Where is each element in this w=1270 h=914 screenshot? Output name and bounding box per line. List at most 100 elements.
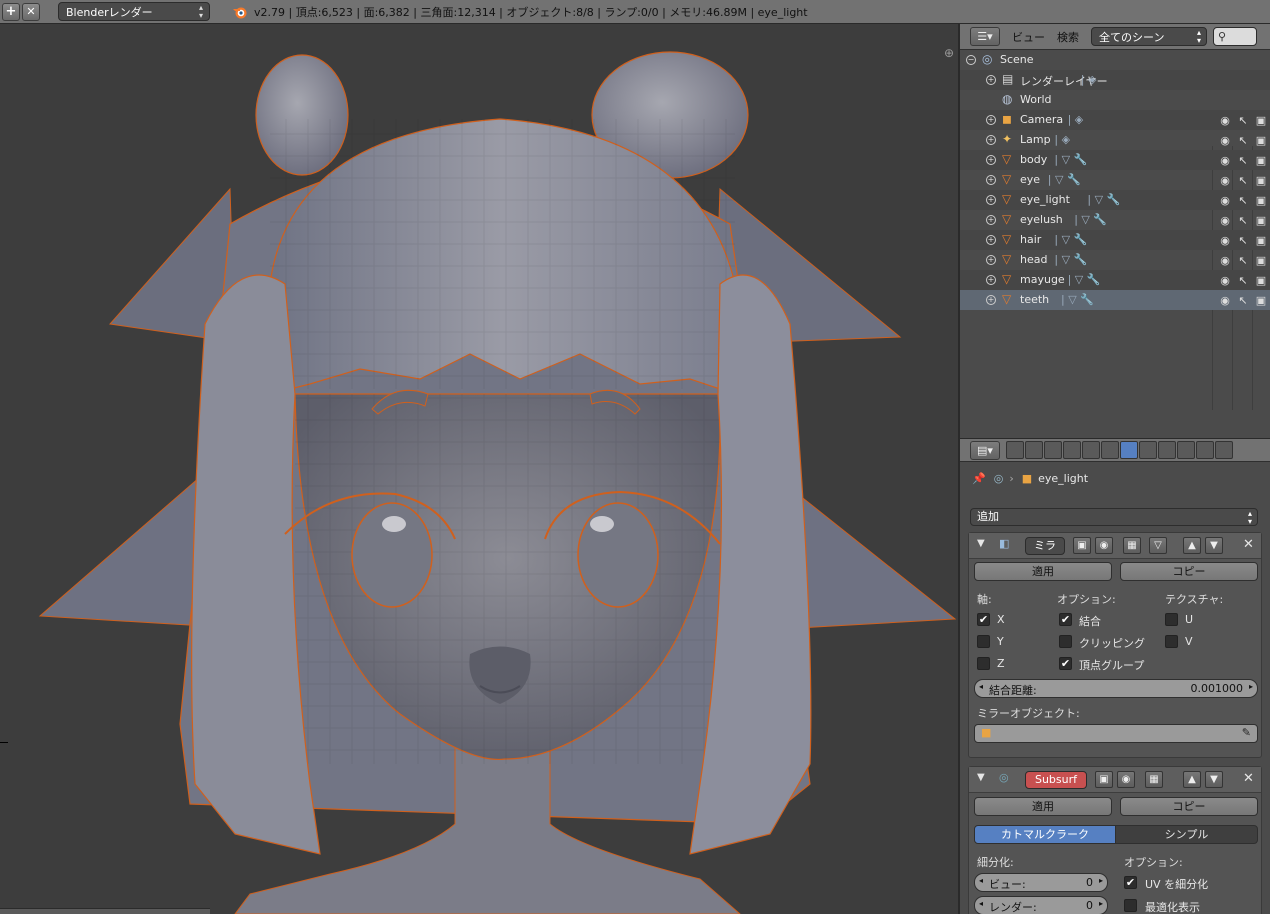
- add-screen-button[interactable]: +: [2, 2, 20, 21]
- axis-z-checkbox[interactable]: [977, 657, 990, 670]
- expand-icon[interactable]: +: [986, 175, 996, 185]
- viewport-expand-icon[interactable]: ⊕: [944, 46, 954, 60]
- selectability-cursor-icon[interactable]: ↖: [1234, 294, 1252, 307]
- expand-icon[interactable]: +: [986, 115, 996, 125]
- collapse-arrow-icon[interactable]: ▼: [977, 538, 985, 549]
- cage-toggle-icon[interactable]: ▽: [1149, 537, 1167, 554]
- expand-icon[interactable]: +: [986, 155, 996, 165]
- pin-icon[interactable]: 📌: [972, 472, 986, 485]
- apply-button[interactable]: 適用: [974, 562, 1112, 581]
- render-toggle-icon[interactable]: ▣: [1073, 537, 1091, 554]
- selectability-cursor-icon[interactable]: ↖: [1234, 234, 1252, 247]
- outliner-item-eye[interactable]: + ▽ eye | ▽ 🔧 ◉ ↖ ▣: [960, 170, 1270, 190]
- renderability-camera-icon[interactable]: ▣: [1252, 274, 1270, 287]
- expand-icon[interactable]: +: [986, 235, 996, 245]
- constraints-tab-icon[interactable]: [1101, 441, 1119, 459]
- decrement-arrow-icon[interactable]: ◂: [979, 682, 983, 691]
- decrement-arrow-icon[interactable]: ◂: [979, 876, 983, 885]
- texture-v-checkbox[interactable]: [1165, 635, 1178, 648]
- expand-icon[interactable]: +: [986, 135, 996, 145]
- selectability-cursor-icon[interactable]: ↖: [1234, 194, 1252, 207]
- visibility-eye-icon[interactable]: ◉: [1216, 154, 1234, 167]
- render-layers-tab-icon[interactable]: [1025, 441, 1043, 459]
- expand-icon[interactable]: +: [986, 215, 996, 225]
- mirror-object-field[interactable]: ■ ✎: [974, 724, 1258, 743]
- selectability-cursor-icon[interactable]: ↖: [1234, 114, 1252, 127]
- renderability-camera-icon[interactable]: ▣: [1252, 194, 1270, 207]
- particles-tab-icon[interactable]: [1196, 441, 1214, 459]
- renderability-camera-icon[interactable]: ▣: [1252, 234, 1270, 247]
- outliner-item-hair[interactable]: + ▽ hair | ▽ 🔧 ◉ ↖ ▣: [960, 230, 1270, 250]
- expand-icon[interactable]: +: [986, 75, 996, 85]
- view-menu[interactable]: ビュー: [1012, 29, 1045, 45]
- visibility-eye-icon[interactable]: ◉: [1216, 194, 1234, 207]
- mesh-data-and-modifier-icons[interactable]: | ▽ 🔧: [1054, 153, 1087, 166]
- visibility-eye-icon[interactable]: ◉: [1216, 174, 1234, 187]
- decrement-arrow-icon[interactable]: ◂: [979, 899, 983, 908]
- mesh-data-and-modifier-icons[interactable]: | ▽ 🔧: [1048, 173, 1081, 186]
- texture-tab-icon[interactable]: [1177, 441, 1195, 459]
- display-mode-select[interactable]: 全てのシーン ▴ ▾: [1091, 27, 1207, 46]
- object-tab-icon[interactable]: [1082, 441, 1100, 459]
- outliner-item-[interactable]: + ▤ レンダーレイヤー | ◈: [960, 70, 1270, 90]
- outliner-item-eye_light[interactable]: + ▽ eye_light | ▽ 🔧 ◉ ↖ ▣: [960, 190, 1270, 210]
- simple-tab[interactable]: シンプル: [1115, 825, 1258, 844]
- increment-arrow-icon[interactable]: ▸: [1099, 876, 1103, 885]
- mesh-data-and-modifier-icons[interactable]: | ▽ 🔧: [1087, 193, 1120, 206]
- texture-u-checkbox[interactable]: [1165, 613, 1178, 626]
- renderability-camera-icon[interactable]: ▣: [1252, 294, 1270, 307]
- selectability-cursor-icon[interactable]: ↖: [1234, 174, 1252, 187]
- renderability-camera-icon[interactable]: ▣: [1252, 174, 1270, 187]
- mesh-data-and-modifier-icons[interactable]: | ▽ 🔧: [1054, 233, 1087, 246]
- visibility-eye-icon[interactable]: ◉: [1216, 254, 1234, 267]
- outliner-item-head[interactable]: + ▽ head | ▽ 🔧 ◉ ↖ ▣: [960, 250, 1270, 270]
- selectability-cursor-icon[interactable]: ↖: [1234, 154, 1252, 167]
- visibility-eye-icon[interactable]: ◉: [1216, 134, 1234, 147]
- renderability-camera-icon[interactable]: ▣: [1252, 254, 1270, 267]
- selectability-cursor-icon[interactable]: ↖: [1234, 254, 1252, 267]
- selectability-cursor-icon[interactable]: ↖: [1234, 214, 1252, 227]
- expand-icon[interactable]: +: [986, 275, 996, 285]
- add-modifier-select[interactable]: 追加 ▴ ▾: [970, 508, 1258, 526]
- collapse-arrow-icon[interactable]: ▼: [977, 772, 985, 783]
- visibility-eye-icon[interactable]: ◉: [1216, 234, 1234, 247]
- remove-modifier-icon[interactable]: ✕: [1243, 537, 1254, 552]
- render-toggle-icon[interactable]: ▣: [1095, 771, 1113, 788]
- editor-type-button[interactable]: ▤▾: [970, 440, 1000, 460]
- copy-button[interactable]: コピー: [1120, 797, 1258, 816]
- expand-icon[interactable]: +: [986, 255, 996, 265]
- editmode-toggle-icon[interactable]: ▦: [1123, 537, 1141, 554]
- outliner-item-mayuge[interactable]: + ▽ mayuge | ▽ 🔧 ◉ ↖ ▣: [960, 270, 1270, 290]
- increment-arrow-icon[interactable]: ▸: [1099, 899, 1103, 908]
- visibility-eye-icon[interactable]: ◉: [1216, 114, 1234, 127]
- catmull-clark-tab[interactable]: カトマルクラーク: [974, 825, 1116, 844]
- physics-tab-icon[interactable]: [1215, 441, 1233, 459]
- outliner-item-scene[interactable]: − ◎ Scene: [960, 50, 1270, 70]
- axis-y-checkbox[interactable]: [977, 635, 990, 648]
- viewport-toggle-icon[interactable]: ◉: [1095, 537, 1113, 554]
- visibility-eye-icon[interactable]: ◉: [1216, 214, 1234, 227]
- delete-screen-button[interactable]: ✕: [22, 2, 40, 21]
- expand-icon[interactable]: +: [986, 295, 996, 305]
- object-data-icon[interactable]: | ◈: [1054, 133, 1070, 146]
- visibility-eye-icon[interactable]: ◉: [1216, 274, 1234, 287]
- selectability-cursor-icon[interactable]: ↖: [1234, 274, 1252, 287]
- render-tab-icon[interactable]: [1006, 441, 1024, 459]
- move-up-icon[interactable]: ▲: [1183, 771, 1201, 788]
- renderability-camera-icon[interactable]: ▣: [1252, 154, 1270, 167]
- mesh-data-and-modifier-icons[interactable]: | ▽ 🔧: [1061, 293, 1094, 306]
- scene-tab-icon[interactable]: [1044, 441, 1062, 459]
- apply-button[interactable]: 適用: [974, 797, 1112, 816]
- render-engine-select[interactable]: Blenderレンダー ▴ ▾: [58, 2, 210, 21]
- mesh-data-and-modifier-icons[interactable]: | ▽ 🔧: [1054, 253, 1087, 266]
- copy-button[interactable]: コピー: [1120, 562, 1258, 581]
- world-tab-icon[interactable]: [1063, 441, 1081, 459]
- outliner-item-camera[interactable]: + ◼ Camera | ◈ ◉ ↖ ▣: [960, 110, 1270, 130]
- remove-modifier-icon[interactable]: ✕: [1243, 771, 1254, 786]
- mesh-data-and-modifier-icons[interactable]: | ▽ 🔧: [1068, 273, 1101, 286]
- renderability-camera-icon[interactable]: ▣: [1252, 214, 1270, 227]
- renderability-camera-icon[interactable]: ▣: [1252, 134, 1270, 147]
- axis-x-checkbox[interactable]: ✔: [977, 613, 990, 626]
- move-down-icon[interactable]: ▼: [1205, 537, 1223, 554]
- outliner-item-teeth[interactable]: + ▽ teeth | ▽ 🔧 ◉ ↖ ▣: [960, 290, 1270, 310]
